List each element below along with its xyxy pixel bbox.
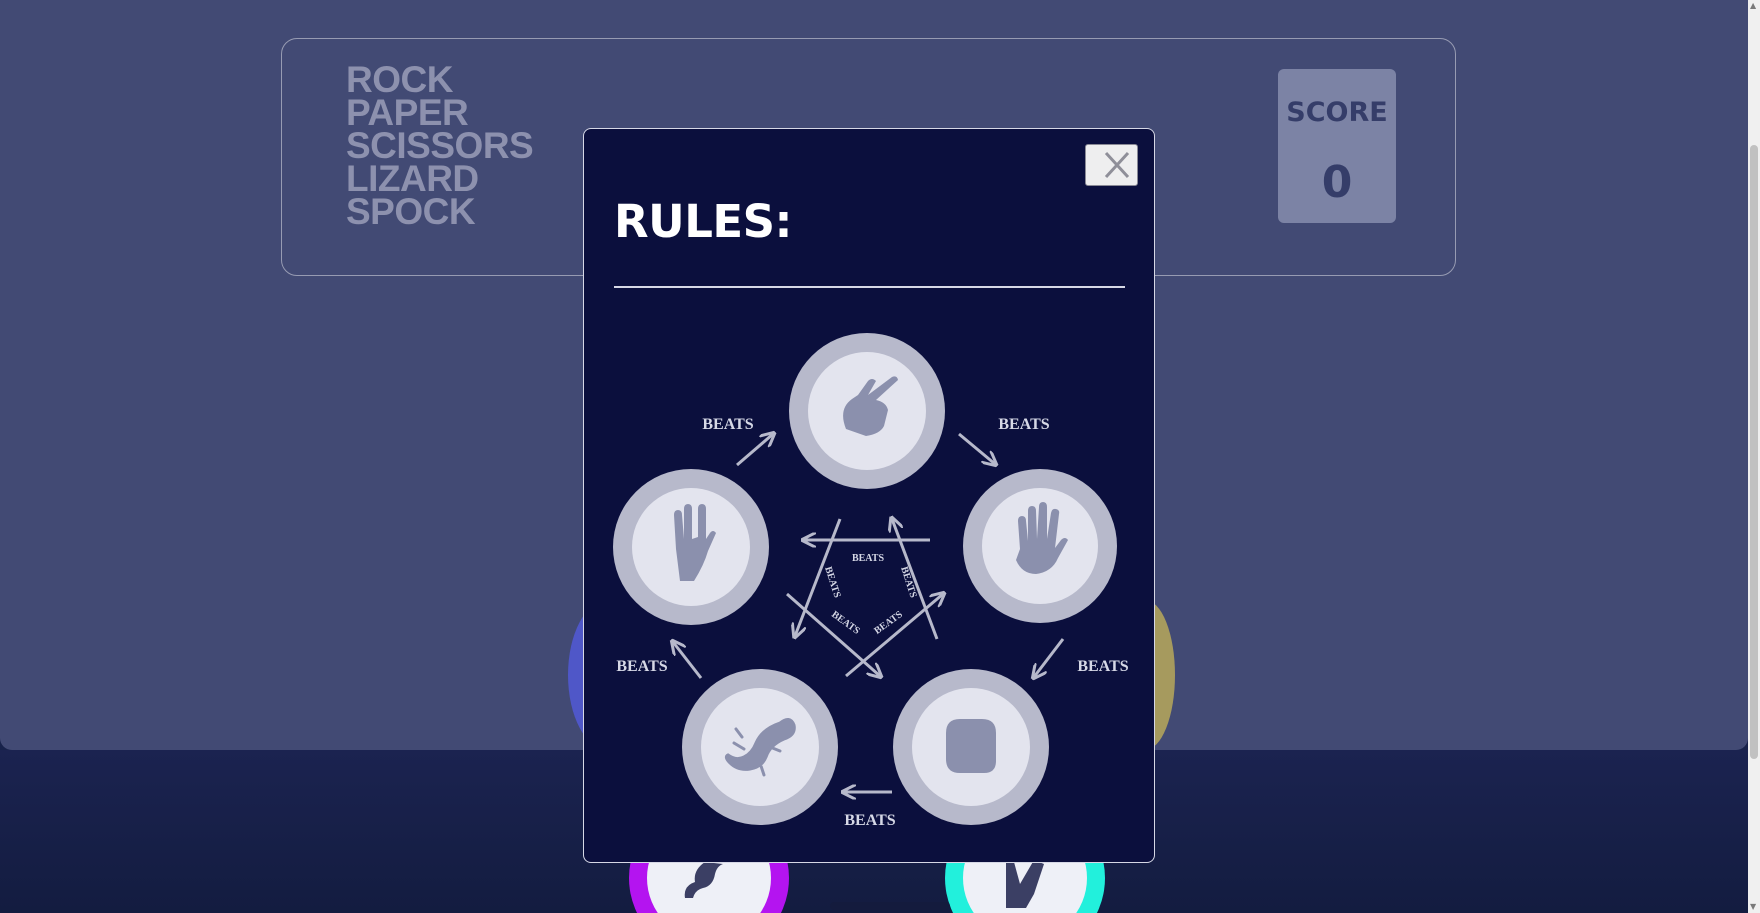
beats-label: BEATS xyxy=(998,416,1049,433)
beats-label: BEATS xyxy=(702,416,753,433)
paper-token xyxy=(963,469,1117,623)
scroll-down-arrow-icon[interactable]: ▼ xyxy=(1750,902,1756,912)
beats-label: BEATS xyxy=(1077,658,1128,675)
rules-diagram: BEATS BEATS BEATS BEATS BEATS BEATS BEAT… xyxy=(613,333,1129,829)
scroll-thumb[interactable] xyxy=(1750,145,1758,759)
beats-label-inner: BEATS xyxy=(822,565,843,599)
beats-label-inner: BEATS xyxy=(872,609,905,637)
star-arrow xyxy=(845,594,943,678)
spock-token xyxy=(613,469,769,625)
beats-label: BEATS xyxy=(616,658,667,675)
arrow-lizard-to-spock xyxy=(673,642,703,679)
page-scrollbar[interactable]: ▲ ▼ xyxy=(1748,0,1760,913)
scissors-token xyxy=(789,333,945,489)
rock-fist-icon xyxy=(946,719,996,773)
rules-modal: RULES: BEATS BEATS BEATS BEATS BEATS BEA… xyxy=(583,128,1155,863)
arrow-scissors-to-paper xyxy=(958,432,995,464)
beats-label: BEATS xyxy=(844,812,895,829)
beats-label-inner: BEATS xyxy=(829,609,862,637)
beats-label-inner: BEATS xyxy=(852,553,884,564)
star-arrow xyxy=(786,592,880,676)
rock-token xyxy=(893,669,1049,825)
arrow-paper-to-rock xyxy=(1034,638,1065,677)
lizard-token xyxy=(682,669,838,825)
arrow-spock-to-scissors xyxy=(736,434,773,467)
scroll-up-arrow-icon[interactable]: ▲ xyxy=(1750,1,1756,11)
